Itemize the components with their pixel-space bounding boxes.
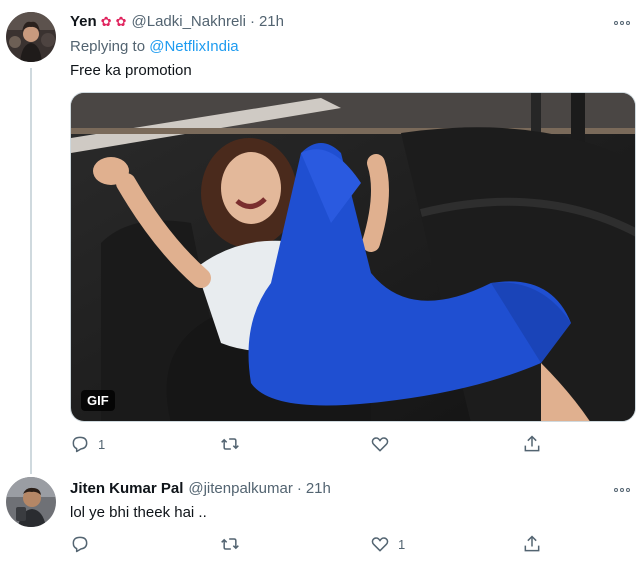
like-count: 1 <box>398 536 406 552</box>
timestamp[interactable]: 21h <box>306 480 331 497</box>
author-handle[interactable]: @Ladki_Nakhreli <box>132 13 246 30</box>
reply-count: 1 <box>98 436 106 452</box>
replying-to-handle[interactable]: @NetflixIndia <box>149 38 238 55</box>
tweet-jiten[interactable]: Jiten Kumar Pal @jitenpalkumar · 21h lol… <box>0 462 640 566</box>
more-icon[interactable] <box>614 488 630 492</box>
flower-emoji: ✿ <box>115 14 127 29</box>
tweet-header: Jiten Kumar Pal @jitenpalkumar · 21h <box>70 480 331 497</box>
tweet-actions: 1 <box>70 534 540 554</box>
tweet-yen[interactable]: Yen ✿ ✿ @Ladki_Nakhreli · 21h Replying t… <box>0 0 640 462</box>
like-button[interactable]: 1 <box>370 534 405 554</box>
retweet-icon <box>221 438 239 450</box>
retweet-button[interactable] <box>220 534 248 554</box>
avatar[interactable] <box>6 12 56 62</box>
thread-line <box>30 68 32 462</box>
tweet-text: lol ye bhi theek hai .. <box>70 504 207 521</box>
avatar-photo <box>6 477 56 527</box>
heart-icon <box>371 437 389 452</box>
author-name[interactable]: Jiten Kumar Pal <box>70 480 183 497</box>
heart-icon <box>371 537 389 552</box>
tweet-text: Free ka promotion <box>70 62 192 79</box>
author-name[interactable]: Yen <box>70 13 97 30</box>
share-button[interactable] <box>522 434 542 454</box>
avatar[interactable] <box>6 477 56 527</box>
reply-icon <box>72 536 88 553</box>
replying-to: Replying to @NetflixIndia <box>70 38 239 55</box>
retweet-icon <box>221 538 239 550</box>
reply-icon <box>72 436 88 453</box>
share-button[interactable] <box>522 534 542 554</box>
retweet-button[interactable] <box>220 434 248 454</box>
like-button[interactable] <box>370 434 398 454</box>
tweet-actions: 1 <box>70 434 540 454</box>
avatar-photo <box>6 12 56 62</box>
separator-dot: · <box>249 13 255 30</box>
flower-emoji: ✿ <box>100 14 112 29</box>
gif-badge: GIF <box>81 390 115 411</box>
reply-button[interactable] <box>70 534 98 554</box>
share-icon <box>524 535 540 552</box>
timestamp[interactable]: 21h <box>259 13 284 30</box>
separator-dot: · <box>296 480 302 497</box>
tweet-header: Yen ✿ ✿ @Ladki_Nakhreli · 21h <box>70 13 284 30</box>
reply-button[interactable]: 1 <box>70 434 105 454</box>
gif-media[interactable]: GIF <box>70 92 636 422</box>
share-icon <box>524 435 540 452</box>
gif-frame <box>71 93 635 421</box>
thread-line <box>30 462 32 474</box>
replying-to-label: Replying to <box>70 38 146 55</box>
more-icon[interactable] <box>614 21 630 25</box>
author-handle[interactable]: @jitenpalkumar <box>188 480 292 497</box>
